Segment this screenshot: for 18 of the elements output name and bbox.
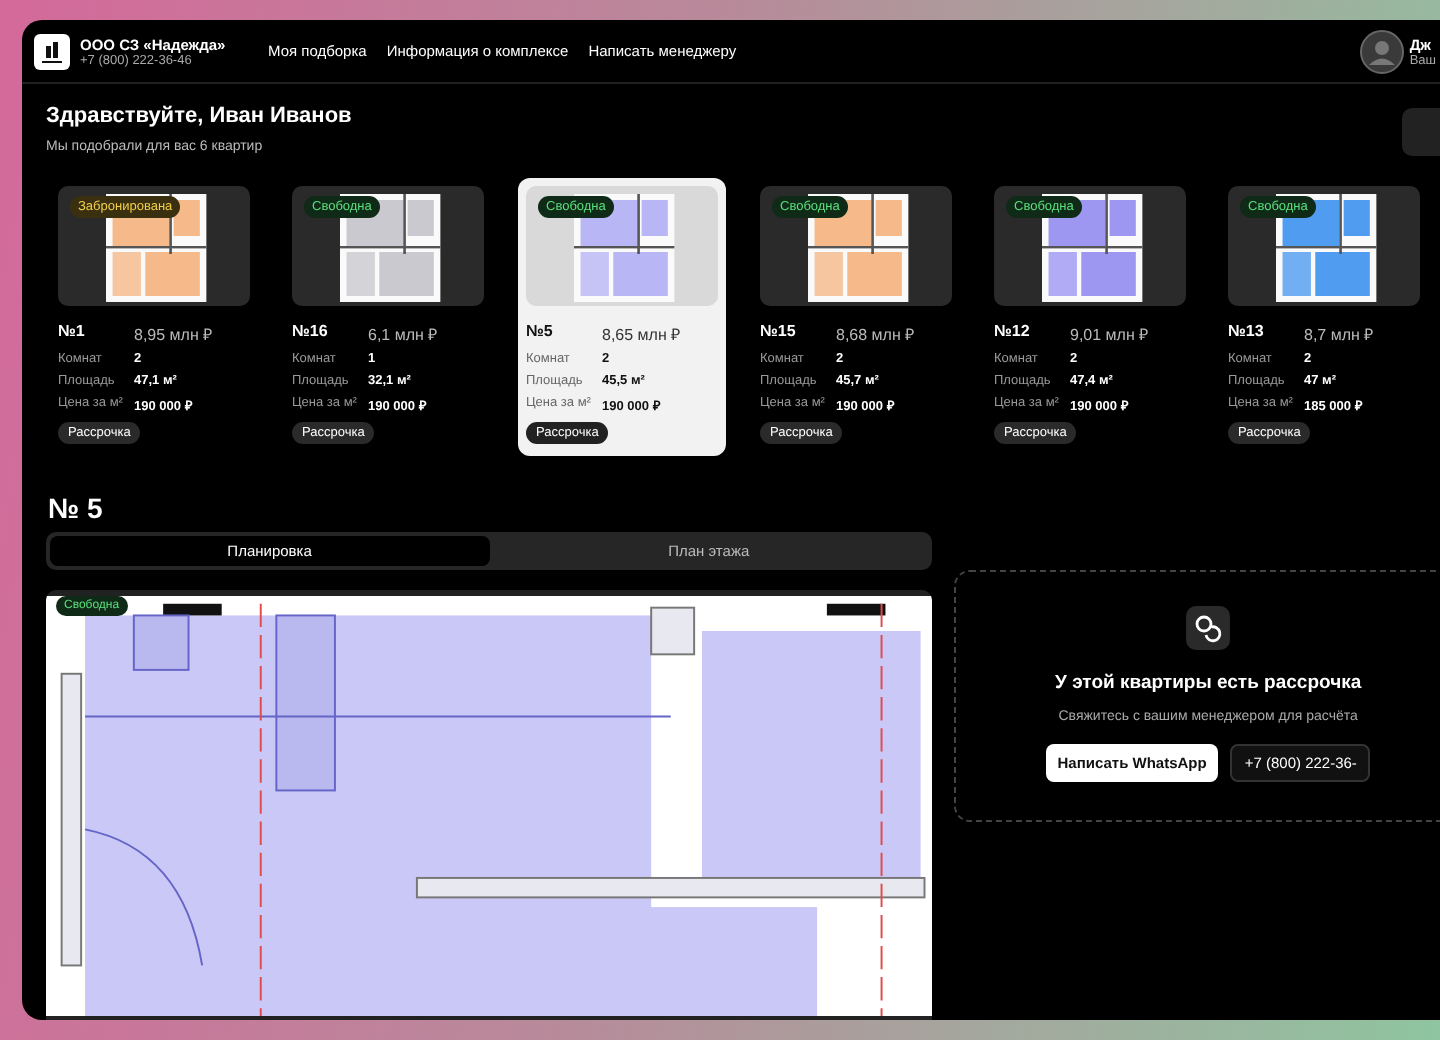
apartment-price: 6,1 млн ₽ [368,324,439,344]
apartment-price: 8,68 млн ₽ [836,324,916,344]
avatar-icon[interactable] [1359,29,1404,73]
apartment-price: 8,65 млн ₽ [602,324,682,344]
coins-icon [1186,606,1231,650]
apartment-number: №16 [292,322,330,344]
logo-icon [34,33,70,69]
apartment-number: №15 [760,322,798,344]
apartment-price: 9,01 млн ₽ [1070,324,1150,344]
installment-title: У этой квартиры есть рассрочка [1055,672,1362,694]
apartment-number: №1 [58,322,87,344]
greeting-title: Здравствуйте, Иван Иванов [46,104,352,128]
apartment-title: № 5 [48,492,105,524]
apartment-number: №5 [526,322,555,344]
apartment-number: №13 [1228,322,1266,344]
apartment-number: №12 [994,322,1032,344]
apartment-price: 8,95 млн ₽ [134,324,214,344]
apartment-price: 8,7 млн ₽ [1304,324,1375,344]
